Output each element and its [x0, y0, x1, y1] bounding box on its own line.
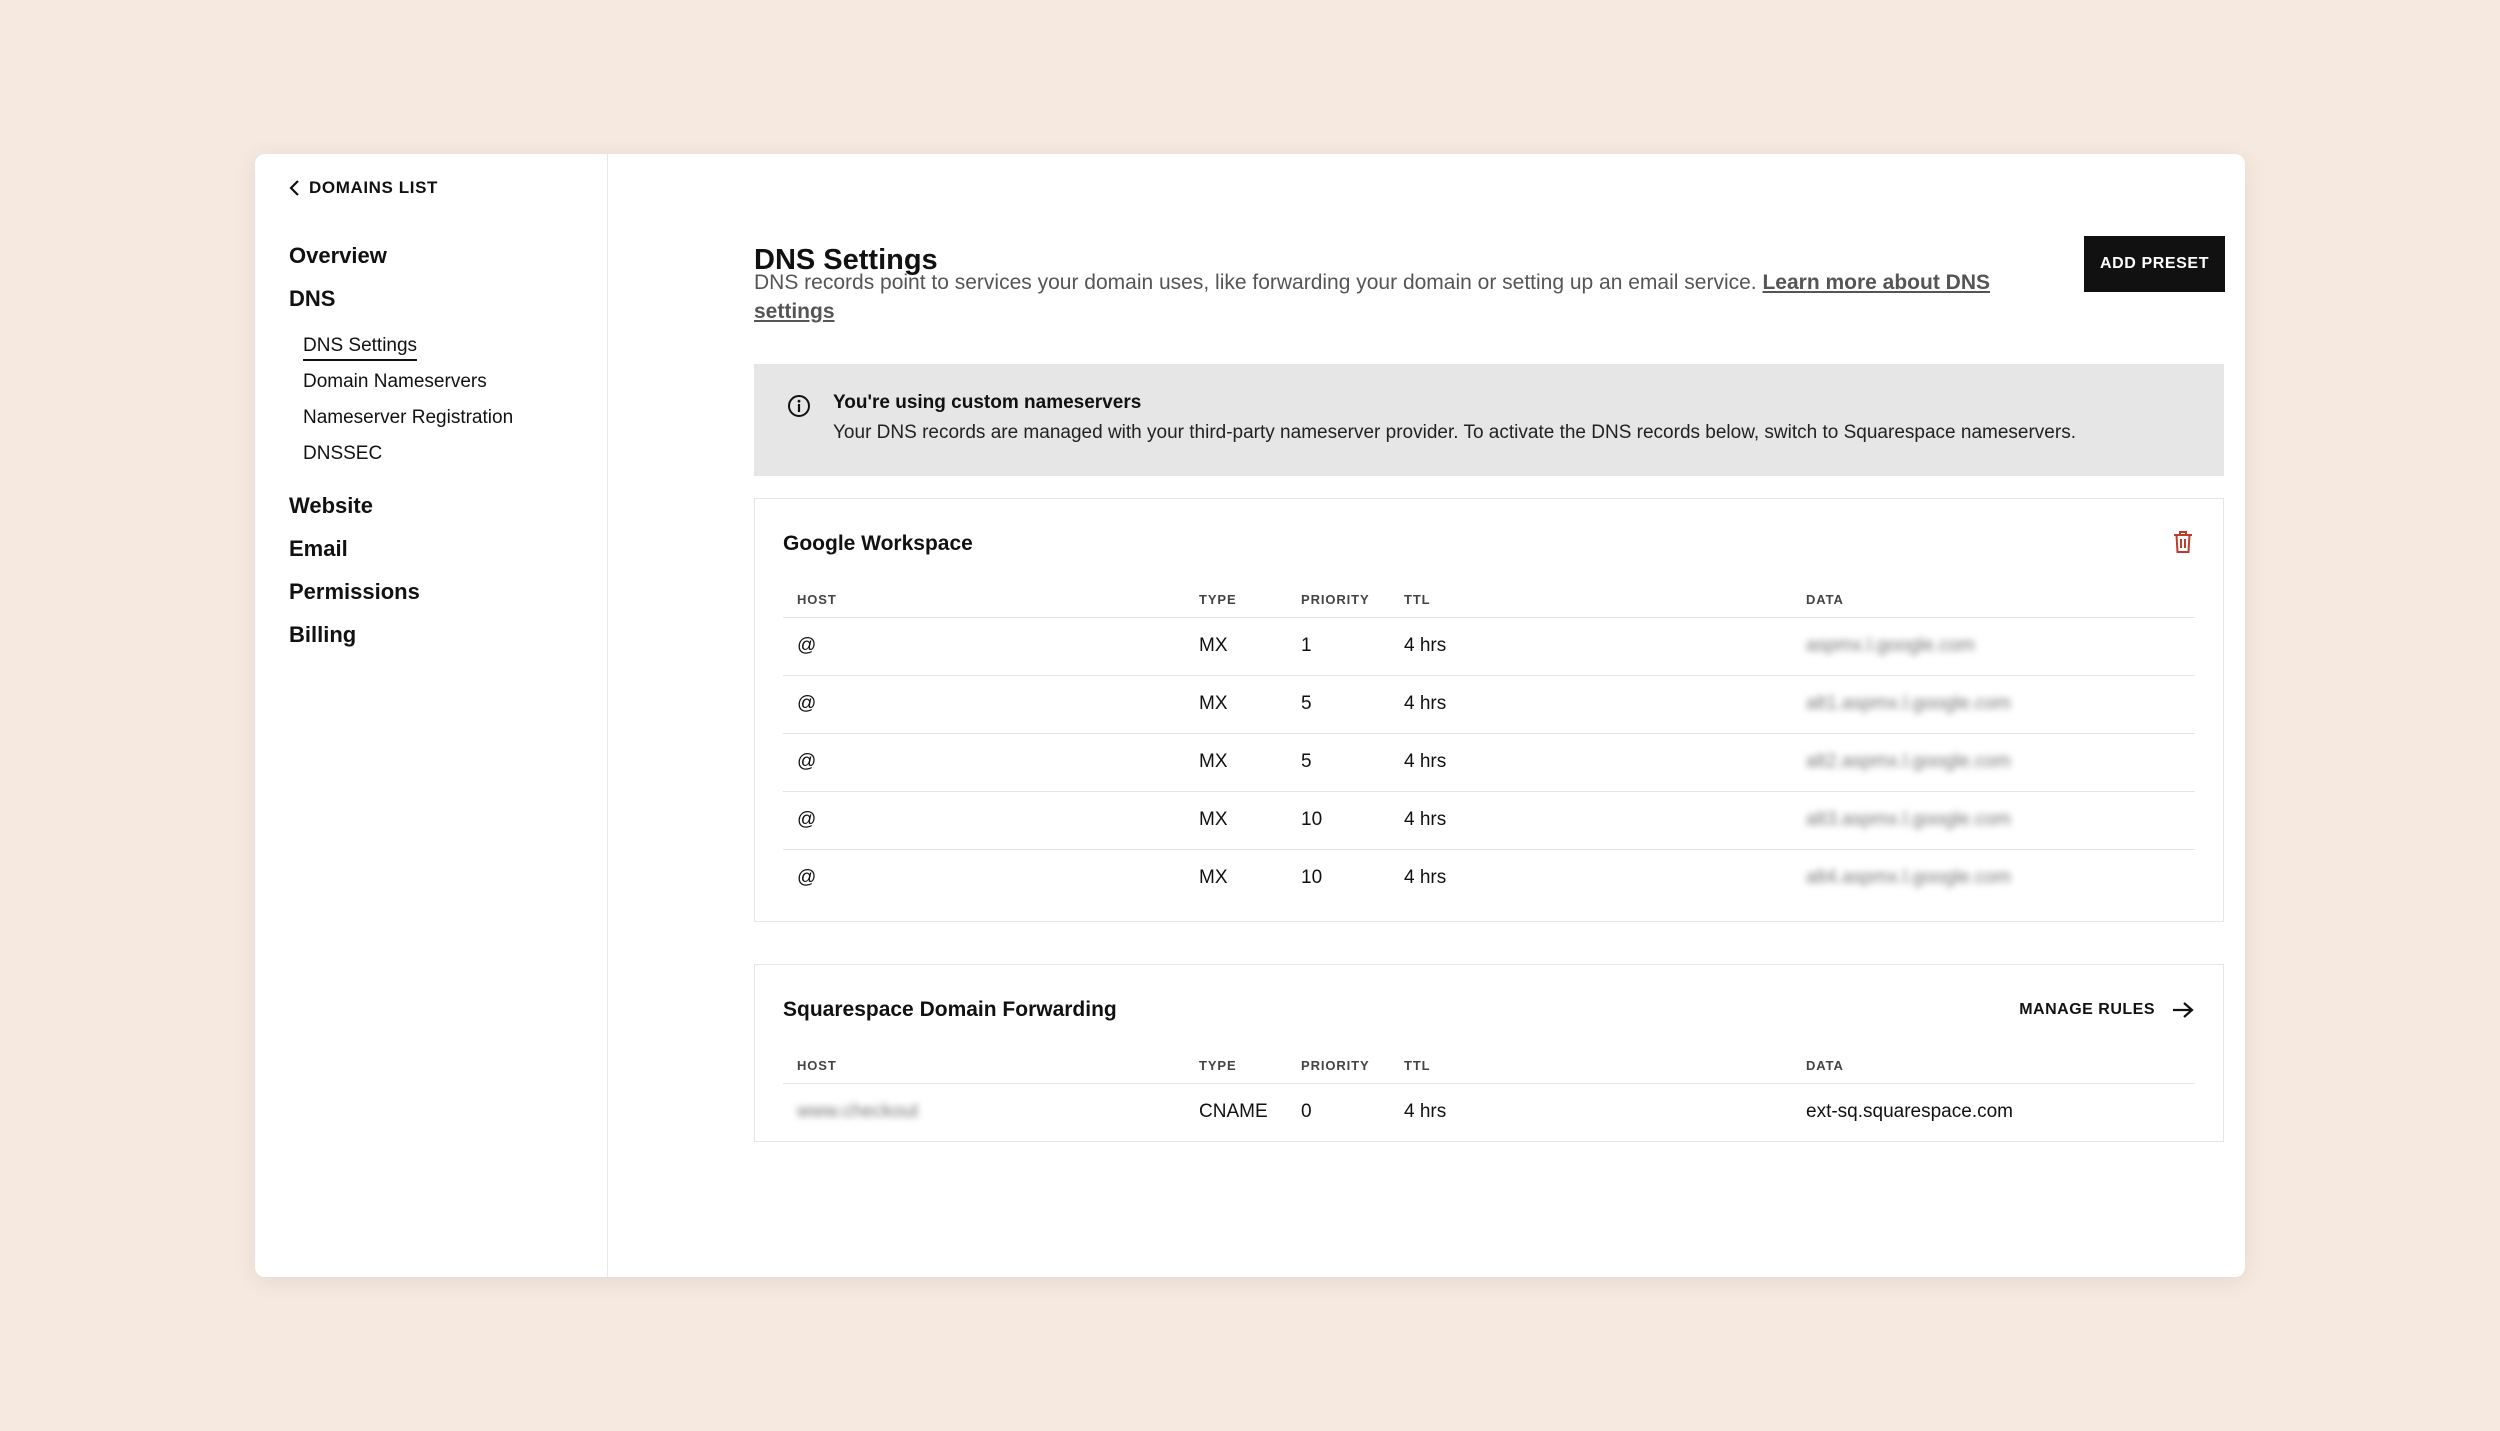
column-priority: PRIORITY: [1287, 1049, 1390, 1083]
cell-type: MX: [1185, 617, 1287, 675]
subnav-item-nameserver-registration[interactable]: Nameserver Registration: [303, 400, 607, 436]
column-type: TYPE: [1185, 583, 1287, 617]
cell-priority: 10: [1287, 849, 1390, 907]
cell-data: alt4.aspmx.l.google.com: [1792, 849, 2195, 907]
cell-data: alt1.aspmx.l.google.com: [1792, 675, 2195, 733]
sidebar-item-dns[interactable]: DNS: [289, 277, 607, 320]
cell-data: alt2.aspmx.l.google.com: [1792, 733, 2195, 791]
cell-type: MX: [1185, 675, 1287, 733]
cell-data-value: aspmx.l.google.com: [1806, 635, 1975, 656]
subnav-item-dnssec[interactable]: DNSSEC: [303, 436, 607, 472]
domain-settings-window: DOMAINS LIST Overview DNS DNS Settings D…: [255, 154, 2245, 1277]
main-content: DNS Settings ADD PRESET DNS records poin…: [608, 154, 2245, 1277]
cell-ttl: 4 hrs: [1390, 791, 1792, 849]
table-row[interactable]: @ MX 5 4 hrs alt1.aspmx.l.google.com: [783, 675, 2195, 733]
subnav-label: DNS Settings: [303, 335, 417, 361]
dns-subnav: DNS Settings Domain Nameservers Nameserv…: [289, 320, 607, 484]
sidebar-nav: Overview DNS DNS Settings Domain Nameser…: [289, 234, 607, 656]
sidebar-item-email[interactable]: Email: [289, 527, 607, 570]
cell-ttl: 4 hrs: [1390, 849, 1792, 907]
back-link-label: DOMAINS LIST: [309, 178, 438, 198]
forwarding-records-table: HOST TYPE PRIORITY TTL DATA www.checkout…: [783, 1049, 2195, 1141]
cell-priority: 1: [1287, 617, 1390, 675]
table-row[interactable]: @ MX 5 4 hrs alt2.aspmx.l.google.com: [783, 733, 2195, 791]
cell-ttl: 4 hrs: [1390, 1083, 1792, 1141]
column-host: HOST: [783, 1049, 1185, 1083]
sidebar-item-overview[interactable]: Overview: [289, 234, 607, 277]
cell-data-value: alt3.aspmx.l.google.com: [1806, 809, 2011, 830]
cell-priority: 0: [1287, 1083, 1390, 1141]
table-row[interactable]: www.checkout CNAME 0 4 hrs ext-sq.square…: [783, 1083, 2195, 1141]
banner-content: You're using custom nameservers Your DNS…: [833, 392, 2076, 476]
google-records-table: HOST TYPE PRIORITY TTL DATA @ MX 1 4 hrs…: [783, 583, 2195, 907]
cell-ttl: 4 hrs: [1390, 733, 1792, 791]
cell-host: @: [783, 675, 1185, 733]
banner-text: Your DNS records are managed with your t…: [833, 422, 2076, 444]
cell-data: aspmx.l.google.com: [1792, 617, 2195, 675]
add-preset-button[interactable]: ADD PRESET: [2084, 236, 2225, 292]
description-text: DNS records point to services your domai…: [754, 271, 1757, 294]
cell-data-value: alt4.aspmx.l.google.com: [1806, 867, 2011, 888]
sidebar: DOMAINS LIST Overview DNS DNS Settings D…: [255, 154, 608, 1277]
manage-rules-label: MANAGE RULES: [2019, 1001, 2155, 1019]
card-title: Squarespace Domain Forwarding: [783, 998, 1117, 1022]
domain-forwarding-card: Squarespace Domain Forwarding MANAGE RUL…: [754, 964, 2224, 1142]
table-row[interactable]: @ MX 10 4 hrs alt4.aspmx.l.google.com: [783, 849, 2195, 907]
info-icon: [787, 392, 811, 476]
cell-host: @: [783, 617, 1185, 675]
google-workspace-card: Google Workspace HOST TYPE PRIORITY TTL …: [754, 498, 2224, 922]
cell-priority: 5: [1287, 733, 1390, 791]
arrow-right-icon: [2171, 1000, 2195, 1020]
cell-priority: 5: [1287, 675, 1390, 733]
banner-title: You're using custom nameservers: [833, 392, 2076, 414]
cell-host: @: [783, 849, 1185, 907]
manage-rules-button[interactable]: MANAGE RULES: [2019, 1000, 2195, 1020]
cell-data-value: alt1.aspmx.l.google.com: [1806, 693, 2011, 714]
cell-type: CNAME: [1185, 1083, 1287, 1141]
column-priority: PRIORITY: [1287, 583, 1390, 617]
cell-host-value: www.checkout: [797, 1101, 918, 1122]
sidebar-item-billing[interactable]: Billing: [289, 613, 607, 656]
back-to-domains-link[interactable]: DOMAINS LIST: [287, 178, 607, 198]
subnav-item-domain-nameservers[interactable]: Domain Nameservers: [303, 364, 607, 400]
chevron-left-icon: [287, 178, 303, 198]
custom-nameservers-banner: You're using custom nameservers Your DNS…: [754, 364, 2224, 476]
trash-icon[interactable]: [2171, 529, 2195, 560]
table-row[interactable]: @ MX 1 4 hrs aspmx.l.google.com: [783, 617, 2195, 675]
column-type: TYPE: [1185, 1049, 1287, 1083]
cell-data: alt3.aspmx.l.google.com: [1792, 791, 2195, 849]
cell-ttl: 4 hrs: [1390, 675, 1792, 733]
card-title: Google Workspace: [783, 532, 973, 556]
cell-data: ext-sq.squarespace.com: [1792, 1083, 2195, 1141]
cell-ttl: 4 hrs: [1390, 617, 1792, 675]
column-data: DATA: [1792, 583, 2195, 617]
cell-host: @: [783, 733, 1185, 791]
column-host: HOST: [783, 583, 1185, 617]
cell-data-value: alt2.aspmx.l.google.com: [1806, 751, 2011, 772]
column-data: DATA: [1792, 1049, 2195, 1083]
card-header: Google Workspace: [783, 527, 2195, 561]
table-row[interactable]: @ MX 10 4 hrs alt3.aspmx.l.google.com: [783, 791, 2195, 849]
table-header-row: HOST TYPE PRIORITY TTL DATA: [783, 583, 2195, 617]
cell-type: MX: [1185, 791, 1287, 849]
subnav-item-dns-settings[interactable]: DNS Settings: [303, 328, 607, 364]
column-ttl: TTL: [1390, 583, 1792, 617]
table-header-row: HOST TYPE PRIORITY TTL DATA: [783, 1049, 2195, 1083]
cell-type: MX: [1185, 849, 1287, 907]
sidebar-item-permissions[interactable]: Permissions: [289, 570, 607, 613]
page-description: DNS records point to services your domai…: [754, 268, 2054, 326]
card-header: Squarespace Domain Forwarding MANAGE RUL…: [783, 993, 2195, 1027]
cell-type: MX: [1185, 733, 1287, 791]
cell-priority: 10: [1287, 791, 1390, 849]
sidebar-item-website[interactable]: Website: [289, 484, 607, 527]
column-ttl: TTL: [1390, 1049, 1792, 1083]
cell-host: @: [783, 791, 1185, 849]
cell-host: www.checkout: [783, 1083, 1185, 1141]
